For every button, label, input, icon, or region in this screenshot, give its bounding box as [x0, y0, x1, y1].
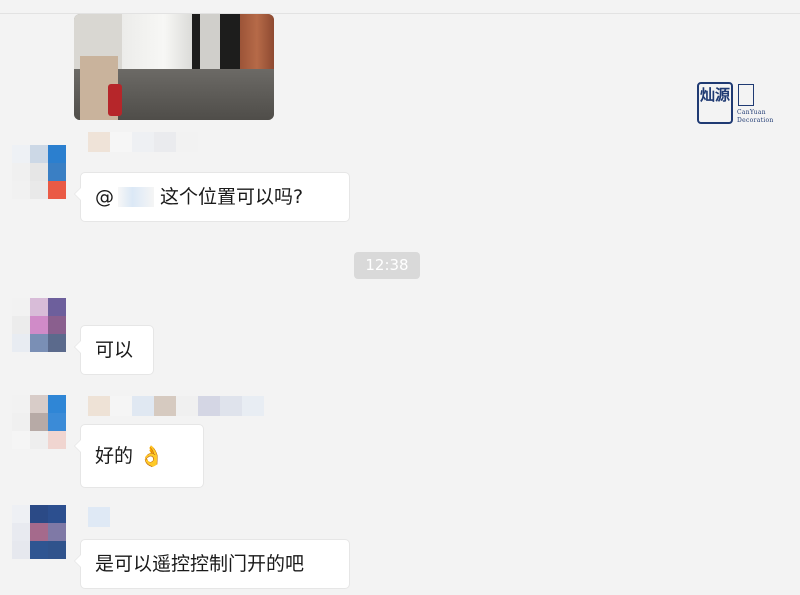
message-text: 是可以遥控控制门开的吧 [95, 553, 305, 575]
ok-hand-emoji: 👌 [139, 444, 164, 468]
logo-text-line1: CanYuan [737, 109, 766, 116]
sender-name-blurred [88, 507, 110, 527]
shared-image[interactable] [74, 14, 274, 120]
timestamp-badge: 12:38 [354, 252, 420, 279]
message-bubble[interactable]: 是可以遥控控制门开的吧 [74, 539, 350, 589]
message-text: 这个位置可以吗? [160, 186, 304, 208]
logo-text-line2: Decoration [737, 117, 774, 124]
message-bubble[interactable]: 可以 [74, 325, 154, 375]
avatar[interactable] [12, 298, 66, 352]
logo-mark: 灿源 [697, 82, 733, 124]
message-text: 可以 [95, 339, 134, 361]
avatar[interactable] [12, 145, 66, 199]
watermark-logo: 灿源 CanYuan Decoration [697, 82, 779, 128]
message-bubble[interactable]: @ 这个位置可以吗? [74, 172, 350, 222]
avatar[interactable] [12, 395, 66, 449]
sender-name-blurred [88, 132, 198, 152]
message-bubble[interactable]: 好的 👌 [74, 424, 204, 488]
sender-name-blurred [88, 396, 264, 416]
mention-name-blurred [118, 187, 154, 207]
avatar[interactable] [12, 505, 66, 559]
message-text: 好的 [95, 445, 134, 467]
logo-seal [738, 84, 754, 106]
mention-prefix: @ [95, 186, 114, 208]
